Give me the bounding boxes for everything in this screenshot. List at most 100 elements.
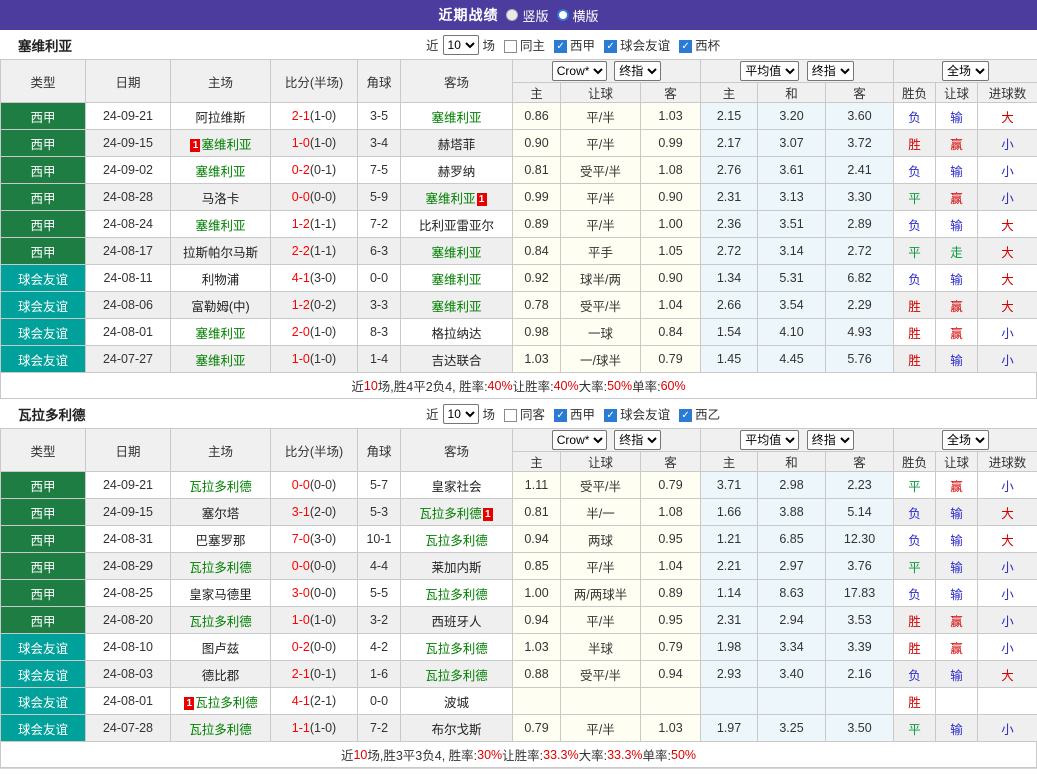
match-corners: 0-0 <box>358 265 401 292</box>
odds-home: 0.86 <box>513 103 561 130</box>
result-text: 赢 <box>950 138 963 152</box>
home-team-name[interactable]: 塞维利亚 <box>195 165 245 179</box>
same-away-checkbox[interactable] <box>504 409 517 422</box>
home-team-name[interactable]: 富勒姆(中) <box>191 300 249 314</box>
home-team-name[interactable]: 塞维利亚 <box>195 354 245 368</box>
average-stage-select[interactable]: 终指 <box>807 61 854 81</box>
away-team-name[interactable]: 皇家社会 <box>431 480 481 494</box>
odds-handicap: 两/两球半 <box>561 580 641 607</box>
home-team-name[interactable]: 皇家马德里 <box>189 588 252 602</box>
league-liga-checkbox[interactable] <box>554 409 567 422</box>
away-team-name[interactable]: 格拉纳达 <box>431 327 481 341</box>
match-count-select[interactable]: 10 <box>443 35 479 55</box>
view-option-vertical[interactable]: 竖版 <box>506 6 548 25</box>
home-team-name[interactable]: 瓦拉多利德 <box>195 696 258 710</box>
home-team-name[interactable]: 阿拉维斯 <box>195 111 245 125</box>
away-team-name[interactable]: 瓦拉多利德 <box>425 534 488 548</box>
home-team-name[interactable]: 塞尔塔 <box>202 507 240 521</box>
result-text: 胜 <box>908 642 921 656</box>
away-team-name[interactable]: 塞维利亚 <box>431 300 481 314</box>
home-team-name[interactable]: 图卢兹 <box>202 642 240 656</box>
result-goals: 大 <box>978 103 1037 130</box>
away-team-name[interactable]: 瓦拉多利德 <box>425 588 488 602</box>
away-team-name[interactable]: 赫罗纳 <box>438 165 476 179</box>
result-text: 小 <box>1001 588 1014 602</box>
odds-stage-select[interactable]: 终指 <box>614 430 661 450</box>
result-text: 负 <box>908 111 921 125</box>
home-team-name[interactable]: 拉斯帕尔马斯 <box>183 246 258 260</box>
average-select[interactable]: 平均值 <box>740 61 799 81</box>
home-team-name[interactable]: 瓦拉多利德 <box>189 480 252 494</box>
result-text: 赢 <box>950 300 963 314</box>
away-team-name[interactable]: 西班牙人 <box>431 615 481 629</box>
away-team-name[interactable]: 塞维利亚 <box>431 273 481 287</box>
avg-away: 2.16 <box>826 661 894 688</box>
match-away-cell: 瓦拉多利德 <box>401 526 513 553</box>
result-text: 胜 <box>908 300 921 314</box>
average-select[interactable]: 平均值 <box>740 430 799 450</box>
horizontal-radio[interactable] <box>557 9 569 21</box>
result-text: 小 <box>1001 354 1014 368</box>
avg-away <box>826 688 894 715</box>
home-team-name[interactable]: 瓦拉多利德 <box>189 615 252 629</box>
home-team-name[interactable]: 马洛卡 <box>202 192 240 206</box>
home-team-name[interactable]: 德比郡 <box>202 669 240 683</box>
avg-home: 1.14 <box>701 580 758 607</box>
avg-home: 3.71 <box>701 472 758 499</box>
result-scope-group: 全场 <box>894 429 1037 452</box>
away-team-name[interactable]: 布尔戈斯 <box>431 723 481 737</box>
away-team-name[interactable]: 比利亚雷亚尔 <box>419 219 494 233</box>
home-team-name[interactable]: 利物浦 <box>202 273 240 287</box>
away-team-name[interactable]: 塞维利亚 <box>431 246 481 260</box>
away-team-name[interactable]: 塞维利亚 <box>431 111 481 125</box>
odds-stage-select[interactable]: 终指 <box>614 61 661 81</box>
away-team-name[interactable]: 波城 <box>444 696 469 710</box>
halftime-score: (2-0) <box>310 505 336 519</box>
match-corners: 4-2 <box>358 634 401 661</box>
home-team-name[interactable]: 塞维利亚 <box>195 327 245 341</box>
view-option-horizontal[interactable]: 横版 <box>557 6 599 25</box>
average-odds-group: 平均值 终指 <box>701 60 894 83</box>
halftime-score: (0-1) <box>310 163 336 177</box>
league-liga-checkbox[interactable] <box>554 40 567 53</box>
away-team-name[interactable]: 塞维利亚 <box>425 192 475 206</box>
halftime-score: (0-0) <box>310 190 336 204</box>
result-goals: 大 <box>978 661 1037 688</box>
fulltime-select[interactable]: 全场 <box>942 61 989 81</box>
average-stage-select[interactable]: 终指 <box>807 430 854 450</box>
home-team-name[interactable]: 瓦拉多利德 <box>189 723 252 737</box>
match-count-select[interactable]: 10 <box>443 404 479 424</box>
match-home-cell: 塞维利亚 <box>171 346 271 373</box>
away-team-name[interactable]: 瓦拉多利德 <box>425 642 488 656</box>
away-team-name[interactable]: 瓦拉多利德 <box>425 669 488 683</box>
result-winlose: 负 <box>894 661 936 688</box>
result-handicap: 输 <box>936 211 978 238</box>
result-goals: 小 <box>978 607 1037 634</box>
result-handicap: 输 <box>936 580 978 607</box>
away-team-name[interactable]: 吉达联合 <box>431 354 481 368</box>
league-friendly-checkbox[interactable] <box>604 409 617 422</box>
same-home-checkbox[interactable] <box>504 40 517 53</box>
home-team-name[interactable]: 巴塞罗那 <box>195 534 245 548</box>
match-row: 球会友谊24-08-11利物浦4-1(3-0)0-0塞维利亚0.92球半/两0.… <box>1 265 1037 292</box>
league-cup-checkbox[interactable] <box>679 40 692 53</box>
home-team-name[interactable]: 塞维利亚 <box>201 138 251 152</box>
bookmaker-select[interactable]: Crow* <box>552 430 607 450</box>
vertical-radio[interactable] <box>506 9 518 21</box>
league-friendly-checkbox[interactable] <box>604 40 617 53</box>
away-team-name[interactable]: 莱加内斯 <box>431 561 481 575</box>
home-team-name[interactable]: 塞维利亚 <box>195 219 245 233</box>
avg-draw: 3.40 <box>758 661 826 688</box>
col-avg-home: 主 <box>701 452 758 472</box>
match-type-badge: 西甲 <box>1 580 86 607</box>
games-label: 场 <box>483 35 496 54</box>
away-team-name[interactable]: 赫塔菲 <box>438 138 476 152</box>
home-team-name[interactable]: 瓦拉多利德 <box>189 561 252 575</box>
match-home-cell: 拉斯帕尔马斯 <box>171 238 271 265</box>
odds-handicap: 受平/半 <box>561 472 641 499</box>
league-segunda-checkbox[interactable] <box>679 409 692 422</box>
away-team-name[interactable]: 瓦拉多利德 <box>419 507 482 521</box>
fulltime-select[interactable]: 全场 <box>942 430 989 450</box>
bookmaker-select[interactable]: Crow* <box>552 61 607 81</box>
match-score: 3-1(2-0) <box>271 499 358 526</box>
